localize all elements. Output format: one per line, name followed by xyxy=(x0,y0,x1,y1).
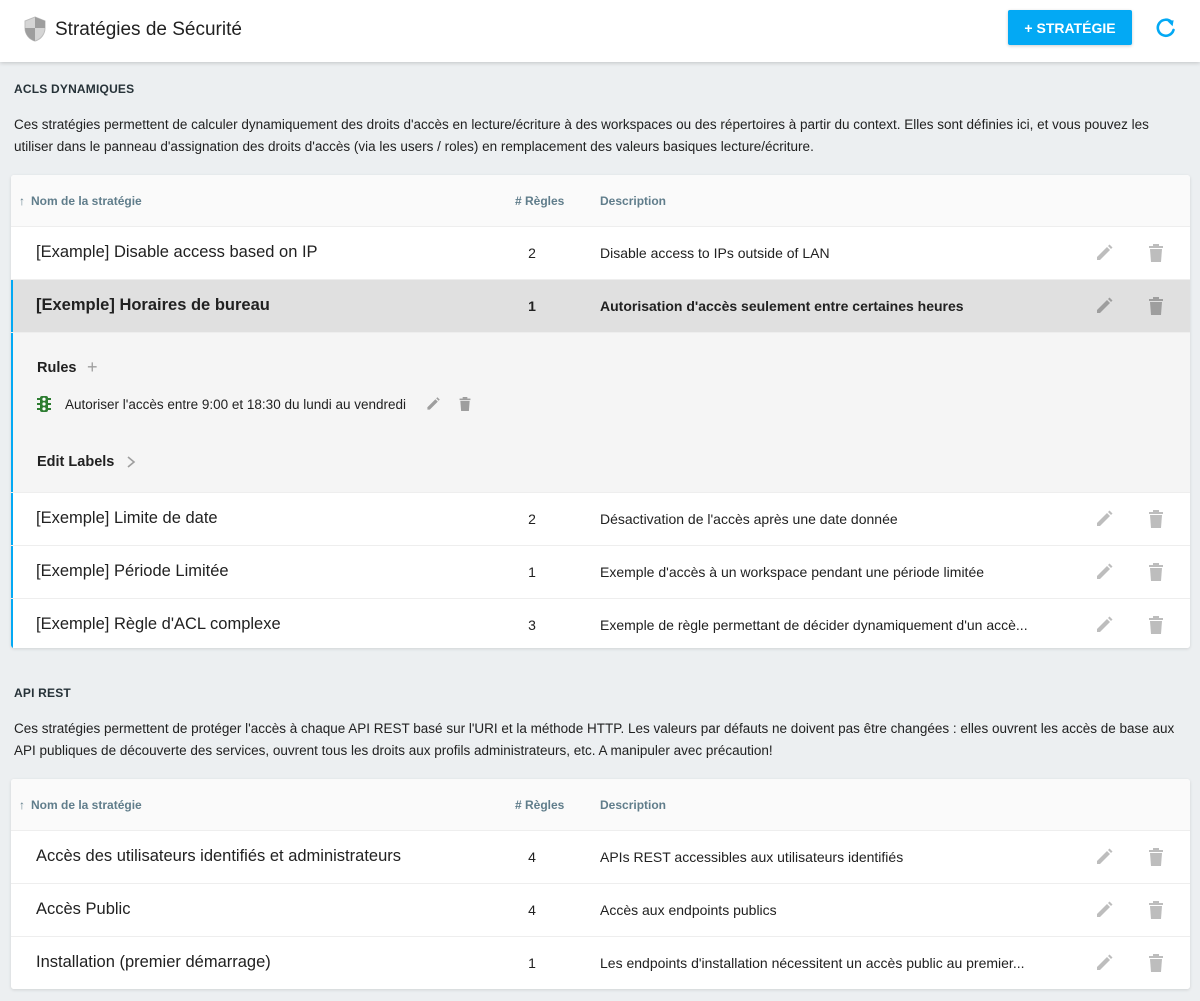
table-row[interactable]: [Exemple] Période Limitée 1 Exemple d'ac… xyxy=(11,546,1190,599)
trash-icon[interactable] xyxy=(1147,900,1165,920)
pencil-icon[interactable] xyxy=(1094,243,1114,263)
rules-count: 2 xyxy=(528,245,536,261)
table-row[interactable]: [Exemple] Limite de date 2 Désactivation… xyxy=(11,493,1190,546)
trash-icon[interactable] xyxy=(1147,953,1165,973)
pencil-icon[interactable] xyxy=(1094,562,1114,582)
pencil-icon[interactable] xyxy=(1094,615,1114,635)
pencil-icon[interactable] xyxy=(1094,900,1114,920)
strategy-name: Accès des utilisateurs identifiés et adm… xyxy=(36,847,401,865)
table-row[interactable]: Accès Public 4 Accès aux endpoints publi… xyxy=(11,884,1190,937)
row-accent xyxy=(11,599,13,648)
trash-icon[interactable] xyxy=(1147,296,1165,316)
api-section-title: API REST xyxy=(14,686,71,700)
add-rule-button[interactable]: + xyxy=(87,357,98,378)
rules-count: 1 xyxy=(528,955,536,971)
sort-arrow-icon: ↑ xyxy=(19,194,25,208)
edit-labels-heading[interactable]: Edit Labels xyxy=(37,454,114,470)
strategy-name: Installation (premier démarrage) xyxy=(36,953,271,971)
trash-icon[interactable] xyxy=(1147,562,1165,582)
pencil-icon[interactable] xyxy=(1094,953,1114,973)
trash-icon[interactable] xyxy=(1147,509,1165,529)
pencil-icon[interactable] xyxy=(425,396,441,412)
table-row[interactable]: Installation (premier démarrage) 1 Les e… xyxy=(11,937,1190,989)
add-strategy-button[interactable]: + STRATÉGIE xyxy=(1008,10,1132,45)
row-accent xyxy=(11,493,13,545)
pencil-icon[interactable] xyxy=(1094,847,1114,867)
trash-icon[interactable] xyxy=(1147,615,1165,635)
column-header-description[interactable]: Description xyxy=(600,194,666,208)
table-row-selected[interactable]: [Exemple] Horaires de bureau 1 Autorisat… xyxy=(11,280,1190,333)
rule-label: Autoriser l'accès entre 9:00 et 18:30 du… xyxy=(65,397,407,412)
rules-heading: Rules xyxy=(37,360,77,376)
strategy-description: Exemple de règle permettant de décider d… xyxy=(600,617,1028,633)
trash-icon[interactable] xyxy=(1147,243,1165,263)
trash-icon[interactable] xyxy=(458,396,472,412)
table-row[interactable]: Accès des utilisateurs identifiés et adm… xyxy=(11,831,1190,884)
row-accent xyxy=(11,333,13,492)
row-accent xyxy=(11,280,13,332)
shield-icon xyxy=(24,16,46,42)
page-title: Stratégies de Sécurité xyxy=(55,19,242,40)
api-section-description: Ces stratégies permettent de protéger l'… xyxy=(14,721,1175,758)
strategy-name: [Example] Disable access based on IP xyxy=(36,243,318,261)
strategy-description: Disable access to IPs outside of LAN xyxy=(600,245,830,261)
row-accent xyxy=(11,546,13,598)
strategy-description: Accès aux endpoints publics xyxy=(600,902,777,918)
column-header-rules[interactable]: # Règles xyxy=(515,798,564,812)
rules-count: 4 xyxy=(528,902,536,918)
strategy-description: Les endpoints d'installation nécessitent… xyxy=(600,955,1025,971)
traffic-light-icon xyxy=(37,396,51,412)
table-header: ↑ Nom de la stratégie # Règles Descriptio… xyxy=(11,779,1190,831)
acls-table: ↑ Nom de la stratégie # Règles Descriptio… xyxy=(11,175,1190,648)
app-header: Stratégies de Sécurité + STRATÉGIE xyxy=(0,0,1200,62)
refresh-icon[interactable] xyxy=(1154,16,1178,40)
rules-count: 2 xyxy=(528,511,536,527)
pencil-icon[interactable] xyxy=(1094,509,1114,529)
rules-count: 1 xyxy=(528,298,536,314)
strategy-description: Désactivation de l'accès après une date … xyxy=(600,511,898,527)
strategy-name: Accès Public xyxy=(36,900,131,918)
rules-count: 1 xyxy=(528,564,536,580)
strategy-description: Exemple d'accès à un workspace pendant u… xyxy=(600,564,985,580)
strategy-details-panel: Rules + Autoriser l'accès entre 9:00 et … xyxy=(11,333,1190,493)
trash-icon[interactable] xyxy=(1147,847,1165,867)
table-header: ↑ Nom de la stratégie # Règles Descriptio… xyxy=(11,175,1190,227)
acls-section-description: Ces stratégies permettent de calculer dy… xyxy=(14,117,1149,154)
table-row[interactable]: [Exemple] Règle d'ACL complexe 3 Exemple… xyxy=(11,599,1190,648)
chevron-right-icon[interactable] xyxy=(125,455,137,469)
table-row[interactable]: [Example] Disable access based on IP 2 D… xyxy=(11,227,1190,280)
strategy-name: [Exemple] Période Limitée xyxy=(36,562,229,580)
column-header-name[interactable]: ↑ Nom de la stratégie xyxy=(19,194,142,208)
sort-arrow-icon: ↑ xyxy=(19,798,25,812)
api-table: ↑ Nom de la stratégie # Règles Descriptio… xyxy=(11,779,1190,989)
strategy-description: APIs REST accessibles aux utilisateurs i… xyxy=(600,849,904,865)
rules-count: 3 xyxy=(528,617,536,633)
strategy-name: [Exemple] Limite de date xyxy=(36,509,218,527)
strategy-name: [Exemple] Règle d'ACL complexe xyxy=(36,615,281,633)
column-header-rules[interactable]: # Règles xyxy=(515,194,564,208)
strategy-name: [Exemple] Horaires de bureau xyxy=(36,296,270,314)
column-header-name[interactable]: ↑ Nom de la stratégie xyxy=(19,798,142,812)
pencil-icon[interactable] xyxy=(1094,296,1114,316)
acls-section-title: ACLS DYNAMIQUES xyxy=(14,82,135,96)
column-header-description[interactable]: Description xyxy=(600,798,666,812)
rules-count: 4 xyxy=(528,849,536,865)
strategy-description: Autorisation d'accès seulement entre cer… xyxy=(600,298,964,314)
